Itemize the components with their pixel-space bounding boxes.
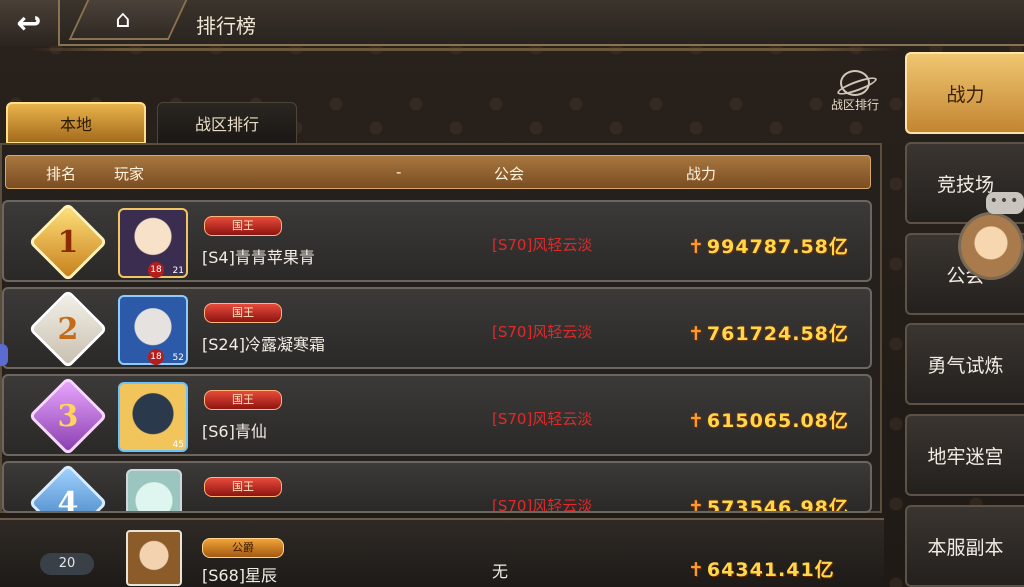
star-count: 21 <box>172 266 184 276</box>
column-rank: 排名 <box>46 165 77 183</box>
avatar[interactable] <box>126 469 182 511</box>
rank-badge: 4 <box>28 463 108 511</box>
avatar[interactable]: 45 <box>118 382 188 452</box>
helper-avatar[interactable] <box>958 212 1024 280</box>
guild-name: [S70]风轻云淡 <box>492 410 593 428</box>
tab-zone-rank[interactable]: 战区排行 <box>157 102 297 144</box>
side-tab-server-instance[interactable]: 本服副本 <box>905 505 1024 587</box>
table-row[interactable]: 2 18 52 国王 [S24]冷露凝寒霜 [S70]风轻云淡 ✝ 761724.… <box>2 287 872 369</box>
globe-icon <box>840 70 870 96</box>
cross-icon: ✝ <box>688 559 705 581</box>
title-badge: 国王 <box>204 390 282 410</box>
side-tab-power[interactable]: 战力 <box>905 52 1024 134</box>
self-avatar[interactable] <box>126 530 182 586</box>
guild-name: [S70]风轻云淡 <box>492 236 593 254</box>
title-badge: 国王 <box>204 477 282 497</box>
frame-divider <box>30 48 900 51</box>
rank-badge: 1 <box>28 202 108 282</box>
cross-icon: ✝ <box>688 236 705 258</box>
self-power-value: ✝ 64341.41亿 <box>688 559 835 581</box>
table-row[interactable]: 3 45 国王 [S6]青仙 [S70]风轻云淡 ✝ 615065.08亿 <box>2 374 872 456</box>
cross-icon: ✝ <box>688 323 705 345</box>
self-rank: 20 <box>40 553 94 575</box>
guild-name: [S70]风轻云淡 <box>492 323 593 341</box>
rank-badge: 3 <box>28 376 108 456</box>
more-icon[interactable]: ••• <box>986 192 1024 214</box>
cross-icon: ✝ <box>688 497 705 513</box>
level-badge: 18 <box>148 349 164 365</box>
player-name: [S24]冷露凝寒霜 <box>202 335 326 354</box>
title-badge: 国王 <box>204 303 282 323</box>
power-value: ✝ 994787.58亿 <box>688 236 849 258</box>
cross-icon: ✝ <box>688 410 705 432</box>
page-title: 排行榜 <box>196 14 256 38</box>
side-tab-courage-trial[interactable]: 勇气试炼 <box>905 323 1024 405</box>
title-badge: 国王 <box>204 216 282 236</box>
self-guild-name: 无 <box>492 562 509 581</box>
self-player-name: [S68]星辰 <box>202 566 278 585</box>
tab-local[interactable]: 本地 <box>6 102 146 144</box>
power-value: ✝ 615065.08亿 <box>688 410 849 432</box>
guild-name: [S70]风轻云淡 <box>492 497 593 513</box>
player-name: [S4]青青苹果青 <box>202 248 315 267</box>
player-name: [S6]青仙 <box>202 422 267 441</box>
zone-rank-button[interactable]: 战区排行 <box>822 70 888 120</box>
table-row[interactable]: 1 18 21 国王 [S4]青青苹果青 [S70]风轻云淡 ✝ 994787.5… <box>2 200 872 282</box>
table-header: 排名 玩家 - 公会 战力 <box>5 155 871 189</box>
star-count: 52 <box>172 353 184 363</box>
back-arrow-icon: ↩ <box>16 5 42 41</box>
home-icon[interactable]: ⌂ <box>108 4 138 34</box>
avatar[interactable]: 18 21 <box>118 208 188 278</box>
level-badge: 18 <box>148 262 164 278</box>
side-handle[interactable] <box>0 344 8 366</box>
rank-badge: 2 <box>28 289 108 369</box>
column-power: 战力 <box>686 165 717 183</box>
star-count: 45 <box>172 440 184 450</box>
column-player: 玩家 <box>114 165 145 183</box>
column-guild: 公会 <box>494 165 525 183</box>
self-title-badge: 公爵 <box>202 538 284 558</box>
zone-rank-label: 战区排行 <box>830 98 879 112</box>
column-dash: - <box>396 163 402 181</box>
back-button[interactable]: ↩ <box>0 0 60 46</box>
power-value: ✝ 573546.98亿 <box>688 493 849 513</box>
side-tab-dungeon-maze[interactable]: 地牢迷宫 <box>905 414 1024 496</box>
avatar[interactable]: 18 52 <box>118 295 188 365</box>
table-row[interactable]: 4 国王 [S70]风轻云淡 ✝ 573546.98亿 <box>2 461 872 513</box>
power-value: ✝ 761724.58亿 <box>688 323 849 345</box>
